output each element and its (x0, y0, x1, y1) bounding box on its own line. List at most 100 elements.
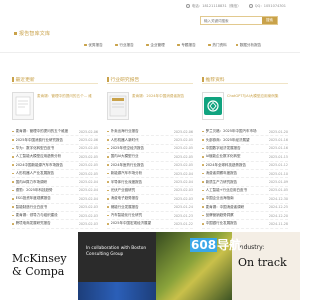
item-title[interactable]: 汽车智能化行业研究 (111, 213, 172, 218)
item-title[interactable]: 2025年低空经济报告 (111, 146, 172, 151)
list-item[interactable]: 麦肯锡：中国消费者调研 2024-12-25 (202, 204, 288, 212)
list-item[interactable]: ESG投资年度观察报告 2025-02-04 (12, 195, 98, 204)
list-item[interactable]: 罗兰贝格：2025年中国汽车市场 2025-01-20 (202, 128, 288, 137)
item-title[interactable]: 麦肯锡：领导力与组织建设 (16, 213, 77, 218)
bullet-icon (202, 223, 204, 225)
featured-item[interactable]: 麦肯锡：管理中的提问的五个... 维 (12, 92, 98, 126)
list-item[interactable]: 2025年低空经济报告 2025-02-05 (107, 145, 193, 154)
list-item[interactable]: 新质生产力研究报告 2025-01-09 (202, 178, 288, 187)
bullet-icon (12, 139, 14, 141)
item-title[interactable]: 华为：数字化转型白皮书 (16, 146, 77, 151)
list-item[interactable]: 储能行业发展报告 2025-01-24 (107, 204, 193, 212)
list-item[interactable]: 华为：数字化转型白皮书 2025-02-05 (12, 145, 98, 154)
item-title[interactable]: 2024中国新能源汽车市场报告 (16, 163, 77, 168)
item-title[interactable]: 德勤：2025年科技趋势 (16, 188, 77, 193)
list-item[interactable]: 德勤：2025年科技趋势 2025-02-04 (12, 187, 98, 196)
item-title[interactable]: 国内AI算力市场调研 (16, 180, 77, 185)
list-item[interactable]: 麦肯锡：管理中的提问的五个维度 2025-02-06 (12, 128, 98, 137)
item-title[interactable]: 2025年中国消费行业研究报告 (16, 138, 77, 143)
item-title[interactable]: 麦肯锡：管理中的提问的五个维度 (16, 129, 77, 134)
nav-item-management[interactable]: 企业管理 (140, 40, 171, 50)
list-item[interactable]: 2025年中国消费行业研究报告 2025-02-06 (12, 136, 98, 145)
item-title[interactable]: 头部券商：2025年经济展望 (206, 138, 267, 143)
nav-item-data-analysis[interactable]: 数据分析报告 (233, 40, 264, 50)
item-title[interactable]: 2024年医药行业报告 (111, 163, 172, 168)
list-item[interactable]: 消费电子趋势报告 2025-02-03 (107, 195, 193, 204)
list-item[interactable]: 品牌营销趋势洞察 2024-12-20 (202, 212, 288, 221)
item-title[interactable]: 中国数字经济发展报告 (206, 146, 267, 151)
item-title[interactable]: 人形机器人产业发展报告 (16, 171, 77, 176)
featured-item[interactable]: 麦肯锡：2024年中国消费者报告 (107, 92, 193, 126)
item-title[interactable]: 2025年中国宏观经济展望 (111, 221, 172, 226)
list-item[interactable]: 2024年全球科技趋势报告 2025-01-12 (202, 162, 288, 170)
list-item[interactable]: 中国企业出海指南 2024-12-30 (202, 195, 288, 204)
list-item[interactable]: 中国数字经济发展报告 2025-01-16 (202, 145, 288, 154)
item-title[interactable]: AI赋能企业数字化转型 (206, 154, 267, 159)
list-item[interactable]: 中国银行业发展报告 2024-11-28 (202, 220, 288, 229)
item-title[interactable]: 国内AI大模型行业 (111, 154, 172, 159)
list-item[interactable]: 人工智能大模型应用趋势分析 2025-02-05 (12, 153, 98, 162)
list-item[interactable]: 2024中国新能源汽车市场报告 2025-02-05 (12, 162, 98, 170)
item-title[interactable]: 储能行业发展报告 (111, 205, 172, 210)
list-item[interactable]: 人形机器人新时代 2025-02-05 (107, 136, 193, 145)
item-title[interactable]: 半导体行业深度报告 (111, 180, 172, 185)
list-item[interactable]: 智能制造行业白皮书 2025-02-03 (12, 204, 98, 212)
search-input[interactable] (201, 17, 262, 24)
featured-title[interactable]: ChatGPT与AI大模型应用案例集 (227, 92, 278, 126)
item-title[interactable]: ESG投资年度观察报告 (16, 196, 77, 201)
list-item[interactable]: 外卖出海行业报告 2025-02-06 (107, 128, 193, 137)
list-item[interactable]: 人工智能+行业应用白皮书 2025-01-05 (202, 187, 288, 196)
nav-item-special-reports[interactable]: 专题报告 (171, 40, 202, 50)
item-title[interactable]: 新能源汽车市场分析 (111, 171, 172, 176)
item-title[interactable]: 中国企业出海指南 (206, 196, 267, 201)
document-thumbnail[interactable] (12, 92, 34, 120)
item-title[interactable]: 人形机器人新时代 (111, 138, 172, 143)
list-item[interactable]: 新能源汽车市场分析 2025-02-04 (107, 170, 193, 179)
item-title[interactable]: 2024年全球科技趋势报告 (206, 163, 267, 168)
item-title[interactable]: 消费者洞察年度报告 (206, 171, 267, 176)
featured-title[interactable]: 麦肯锡：2024年中国消费者报告 (132, 92, 184, 126)
bullet-icon (12, 206, 14, 208)
item-title[interactable]: 罗兰贝格：2025年中国汽车市场 (206, 129, 267, 134)
list-item[interactable]: AI赋能企业数字化转型 2025-01-15 (202, 153, 288, 162)
nav-item-industry-reports[interactable]: 行业报告 (109, 40, 140, 50)
bcg-cover[interactable]: In collaboration with Boston Consulting … (78, 232, 156, 300)
list-item[interactable]: 国内AI大模型行业 2025-02-05 (107, 153, 193, 162)
list-item[interactable]: 汽车智能化行业研究 2025-01-23 (107, 212, 193, 221)
search-button[interactable]: 搜索 (262, 17, 277, 24)
watermark-number: 608 (190, 238, 218, 252)
item-title[interactable]: 新质生产力研究报告 (206, 180, 267, 185)
mckinsey-cover[interactable]: McKinsey & Compa (0, 232, 78, 300)
item-title[interactable]: 跨境电商发展研究报告 (16, 221, 77, 226)
item-title[interactable]: 人工智能大模型应用趋势分析 (16, 154, 77, 159)
industry-cover[interactable]: Industry: On track (232, 232, 300, 300)
report-thumbnail[interactable] (107, 92, 129, 120)
site-logo[interactable]: 报告智库文库 (14, 30, 50, 37)
list-item[interactable]: 2025年中国宏观经济展望 2025-01-22 (107, 220, 193, 229)
list-item[interactable]: 人形机器人产业发展报告 2025-02-05 (12, 170, 98, 179)
list-item[interactable]: 半导体行业深度报告 2025-02-04 (107, 178, 193, 187)
list-item[interactable]: 消费者洞察年度报告 2025-01-10 (202, 170, 288, 179)
list-item[interactable]: 光伏产业链研究 2025-02-03 (107, 187, 193, 196)
list-item[interactable]: 2024年医药行业报告 2025-02-05 (107, 162, 193, 170)
list-item[interactable]: 跨境电商发展研究报告 2025-02-03 (12, 220, 98, 229)
nav-item-excellent-reports[interactable]: 优秀报告 (78, 40, 109, 50)
item-title[interactable]: 外卖出海行业报告 (111, 129, 172, 134)
bullet-icon (107, 223, 109, 225)
nav-item-hot-materials[interactable]: 热门资料 (202, 40, 233, 50)
list-item[interactable]: 国内AI算力市场调研 2025-02-04 (12, 178, 98, 187)
title-marker (107, 77, 109, 82)
list-item[interactable]: 麦肯锡：领导力与组织建设 2025-02-03 (12, 212, 98, 221)
featured-item[interactable]: ChatGPT与AI大模型应用案例集 (202, 92, 288, 126)
item-title[interactable]: 人工智能+行业应用白皮书 (206, 188, 267, 193)
item-title[interactable]: 消费电子趋势报告 (111, 196, 172, 201)
featured-title[interactable]: 麦肯锡：管理中的提问的五个... 维 (37, 92, 92, 126)
item-title[interactable]: 中国银行业发展报告 (206, 221, 267, 226)
item-date: 2025-01-12 (268, 163, 288, 168)
item-title[interactable]: 光伏产业链研究 (111, 188, 172, 193)
chatgpt-thumbnail[interactable] (202, 92, 224, 120)
item-title[interactable]: 智能制造行业白皮书 (16, 205, 77, 210)
item-title[interactable]: 麦肯锡：中国消费者调研 (206, 205, 267, 210)
item-title[interactable]: 品牌营销趋势洞察 (206, 213, 267, 218)
list-item[interactable]: 头部券商：2025年经济展望 2025-01-16 (202, 136, 288, 145)
